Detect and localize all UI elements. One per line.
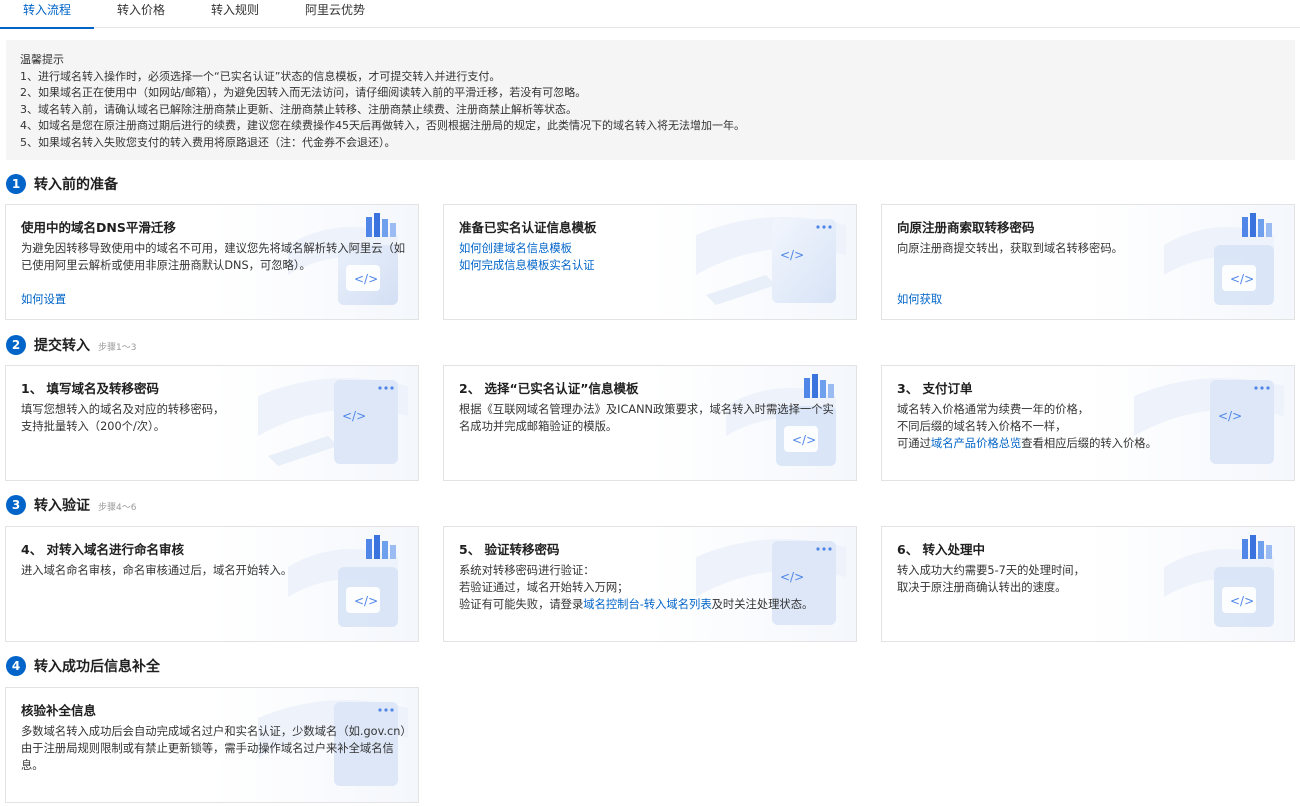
section-title-submit: 2 提交转入 步骤1～3 [6,335,136,355]
card-transfer-code: </> 向原注册商索取转移密码 向原注册商提交转出，获取到域名转移密码。 如何获… [881,204,1295,320]
verify-template-link[interactable]: 如何完成信息模板实名认证 [459,258,595,275]
create-template-link[interactable]: 如何创建域名信息模板 [459,241,595,258]
card-pay-order: </> 3、 支付订单 域名转入价格通常为续费一年的价格， 不同后缀的域名转入价… [881,365,1295,481]
tab-aliyun-advantage[interactable]: 阿里云优势 [282,0,388,28]
step-number-badge: 3 [6,495,26,515]
tips-line: 5、如果域名转入失败您支付的转入费用将原路退还（注：代金券不会退还）。 [20,135,396,149]
server-stack-illustration: </> [268,527,418,641]
card-description: 根据《互联网域名管理办法》及ICANN政策要求，域名转入时需选择一个实名成功并完… [459,403,834,433]
svg-text:</>: </> [354,594,378,608]
card-title: 5、 验证转移密码 [459,542,560,557]
step-number-badge: 4 [6,656,26,676]
svg-text:</>: </> [780,248,804,262]
card-description: 多数域名转入成功后会自动完成域名过户和实名认证，少数域名（如.gov.cn）由于… [21,725,406,772]
tab-bar: 转入流程 转入价格 转入规则 阿里云优势 [0,0,1300,29]
card-select-template: </> 2、 选择“已实名认证”信息模板 根据《互联网域名管理办法》及ICANN… [443,365,857,481]
card-title: 向原注册商索取转移密码 [897,220,1035,235]
card-title: 3、 支付订单 [897,381,973,396]
card-description: 若验证通过，域名开始转入万网； [459,580,629,594]
section-heading: 转入成功后信息补全 [34,659,160,675]
card-verified-template: </> 准备已实名认证信息模板 如何创建域名信息模板 如何完成信息模板实名认证 [443,204,857,320]
svg-text:</>: </> [1230,272,1254,286]
tab-transfer-rules[interactable]: 转入规则 [188,0,282,28]
card-processing: </> 6、 转入处理中 转入成功大约需要5-7天的处理时间， 取决于原注册商确… [881,526,1295,642]
step-number-badge: 2 [6,335,26,355]
card-description: 向原注册商提交转出，获取到域名转移密码。 [897,242,1123,255]
price-overview-link[interactable]: 域名产品价格总览 [931,437,1021,450]
tips-line: 2、如果域名正在使用中（如网站/邮箱），为避免因转入而无法访问，请仔细阅读转入前… [20,86,587,100]
card-description: 填写您想转入的域名及对应的转移密码， [21,403,225,416]
section-step-range: 步骤4～6 [98,503,137,513]
card-description: 验证有可能失败，请登录域名控制台-转入域名列表及时关注处理状态。 [459,597,814,611]
tab-transfer-price[interactable]: 转入价格 [94,0,188,28]
section-title-verify: 3 转入验证 步骤4～6 [6,495,136,515]
card-dns-migration: </> 使用中的域名DNS平滑迁移 为避免因转移导致使用中的域名不可用，建议您先… [5,204,419,320]
card-description: 域名转入价格通常为续费一年的价格， [897,403,1090,416]
how-to-setup-link[interactable]: 如何设置 [21,291,66,307]
card-verify-code: </> 5、 验证转移密码 系统对转移密码进行验证： 若验证通过，域名开始转入万… [443,526,857,642]
card-title: 6、 转入处理中 [897,542,986,557]
card-description: 转入成功大约需要5-7天的处理时间， [897,564,1085,577]
card-title: 核验补全信息 [21,703,97,718]
card-title: 2、 选择“已实名认证”信息模板 [459,381,639,396]
step-number-badge: 1 [6,174,26,194]
tips-line: 3、域名转入前，请确认域名已解除注册商禁止更新、注册商禁止转移、注册商禁止续费、… [20,102,577,116]
card-title: 1、 填写域名及转移密码 [21,381,160,396]
tips-title: 温馨提示 [20,53,64,66]
tips-panel: 温馨提示 1、进行域名转入操作时，必须选择一个“已实名认证”状态的信息模板，才可… [6,40,1295,160]
card-title: 4、 对转入域名进行命名审核 [21,542,185,557]
section-step-range: 步骤1～3 [98,343,137,353]
server-stack-illustration: </> [1144,205,1294,319]
card-title: 使用中的域名DNS平滑迁移 [21,220,176,235]
how-to-get-link[interactable]: 如何获取 [897,291,942,307]
browser-window-illustration: </> [686,205,856,319]
card-complete-info: 核验补全信息 多数域名转入成功后会自动完成域名过户和实名认证，少数域名（如.go… [5,687,419,803]
card-title: 准备已实名认证信息模板 [459,220,597,235]
card-description: 为避免因转移导致使用中的域名不可用，建议您先将域名解析转入阿里云（如已使用阿里云… [21,242,406,272]
section-heading: 转入前的准备 [34,177,118,193]
tips-line: 4、如域名是您在原注册商过期后进行的续费，建议您在续费操作45天后再做转入，否则… [20,119,745,133]
section-title-complete-info: 4 转入成功后信息补全 [6,656,160,676]
card-description: 可通过域名产品价格总览查看相应后缀的转入价格。 [897,436,1157,450]
card-description: 取决于原注册商确认转出的速度。 [897,580,1067,594]
tips-line: 1、进行域名转入操作时，必须选择一个“已实名认证”状态的信息模板，才可提交转入并… [20,69,501,83]
domain-console-link[interactable]: 域名控制台-转入域名列表 [583,598,711,611]
tab-transfer-process[interactable]: 转入流程 [0,0,95,29]
card-description: 进入域名命名审核，命名审核通过后，域名开始转入。 [21,564,293,577]
section-heading: 转入验证 [34,498,90,514]
card-description: 系统对转移密码进行验证： [459,564,595,577]
card-enter-domain: </> 1、 填写域名及转移密码 填写您想转入的域名及对应的转移密码， 支持批量… [5,365,419,481]
card-name-review: </> 4、 对转入域名进行命名审核 进入域名命名审核，命名审核通过后，域名开始… [5,526,419,642]
section-title-prepare: 1 转入前的准备 [6,174,118,194]
section-heading: 提交转入 [34,338,90,354]
card-description: 支持批量转入（200个/次）。 [21,419,165,433]
card-description: 不同后缀的域名转入价格不一样， [897,419,1067,433]
